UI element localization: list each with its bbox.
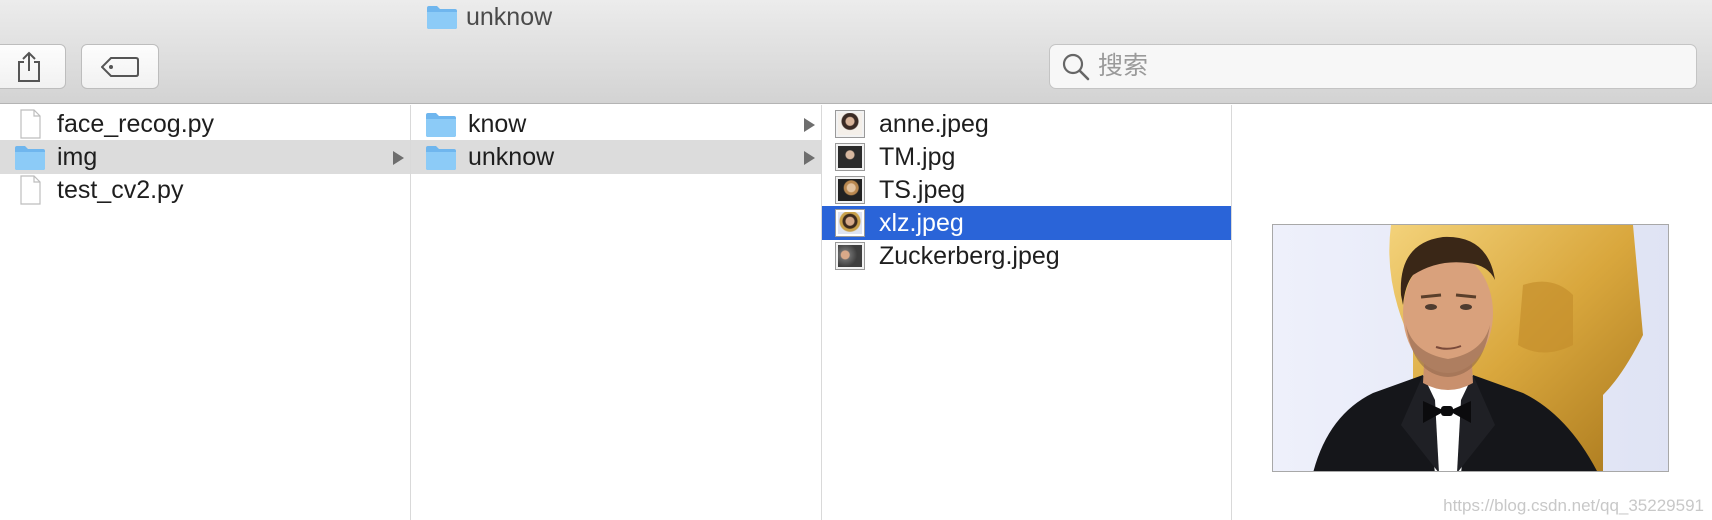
list-item-folder[interactable]: img (0, 140, 410, 174)
list-item-label: img (57, 142, 98, 171)
share-button[interactable] (0, 44, 66, 89)
list-item-label: xlz.jpeg (879, 208, 964, 237)
column-3[interactable]: anne.jpeg TM.jpg TS.jpeg xlz.jpeg Zucker… (822, 105, 1232, 520)
folder-icon (15, 146, 45, 170)
list-item-label: anne.jpeg (879, 109, 989, 138)
column-1[interactable]: face_recog.py img test_cv2.py (0, 105, 411, 520)
document-icon (20, 175, 41, 205)
preview-pane: https://blog.csdn.net/qq_35229591 (1232, 105, 1712, 520)
tag-icon (101, 56, 139, 77)
list-item-label: face_recog.py (57, 109, 215, 138)
column-browser: face_recog.py img test_cv2.py know unkno… (0, 105, 1712, 520)
folder-icon (426, 113, 456, 137)
list-item-label: unknow (468, 142, 555, 171)
list-item-file[interactable]: face_recog.py (0, 107, 410, 141)
tag-button[interactable] (81, 44, 159, 89)
list-item-folder[interactable]: unknow (411, 140, 821, 174)
list-item-label: TS.jpeg (879, 175, 966, 204)
folder-icon (427, 6, 457, 29)
watermark-text: https://blog.csdn.net/qq_35229591 (1443, 496, 1704, 515)
portrait-photo (1273, 225, 1668, 471)
document-icon (20, 109, 41, 139)
disclosure-arrow-icon (804, 151, 815, 165)
disclosure-arrow-icon (804, 118, 815, 132)
search-icon (1062, 53, 1090, 80)
folder-icon (426, 146, 456, 170)
window-title-text: unknow (466, 2, 553, 31)
list-item-image[interactable]: Zuckerberg.jpeg (822, 239, 1231, 273)
list-item-image[interactable]: xlz.jpeg (822, 206, 1231, 240)
list-item-folder[interactable]: know (411, 107, 821, 141)
list-item-label: TM.jpg (879, 142, 956, 171)
column-2[interactable]: know unknow (411, 105, 822, 520)
list-item-label: Zuckerberg.jpeg (879, 241, 1060, 270)
list-item-file[interactable]: test_cv2.py (0, 173, 410, 207)
window-title: unknow (426, 0, 552, 34)
list-item-label: test_cv2.py (57, 175, 184, 204)
list-item-image[interactable]: anne.jpeg (822, 107, 1231, 141)
search-input[interactable] (1098, 52, 1658, 81)
image-thumbnail-icon (836, 177, 864, 203)
share-icon (18, 51, 40, 82)
search-field[interactable] (1049, 44, 1697, 89)
list-item-image[interactable]: TM.jpg (822, 140, 1231, 174)
image-preview (1272, 224, 1669, 472)
image-thumbnail-icon (836, 111, 864, 137)
disclosure-arrow-icon (393, 151, 404, 165)
image-thumbnail-icon (836, 210, 864, 236)
image-thumbnail-icon (836, 243, 864, 269)
finder-toolbar: unknow (0, 0, 1712, 104)
list-item-label: know (468, 109, 527, 138)
list-item-image[interactable]: TS.jpeg (822, 173, 1231, 207)
image-thumbnail-icon (836, 144, 864, 170)
